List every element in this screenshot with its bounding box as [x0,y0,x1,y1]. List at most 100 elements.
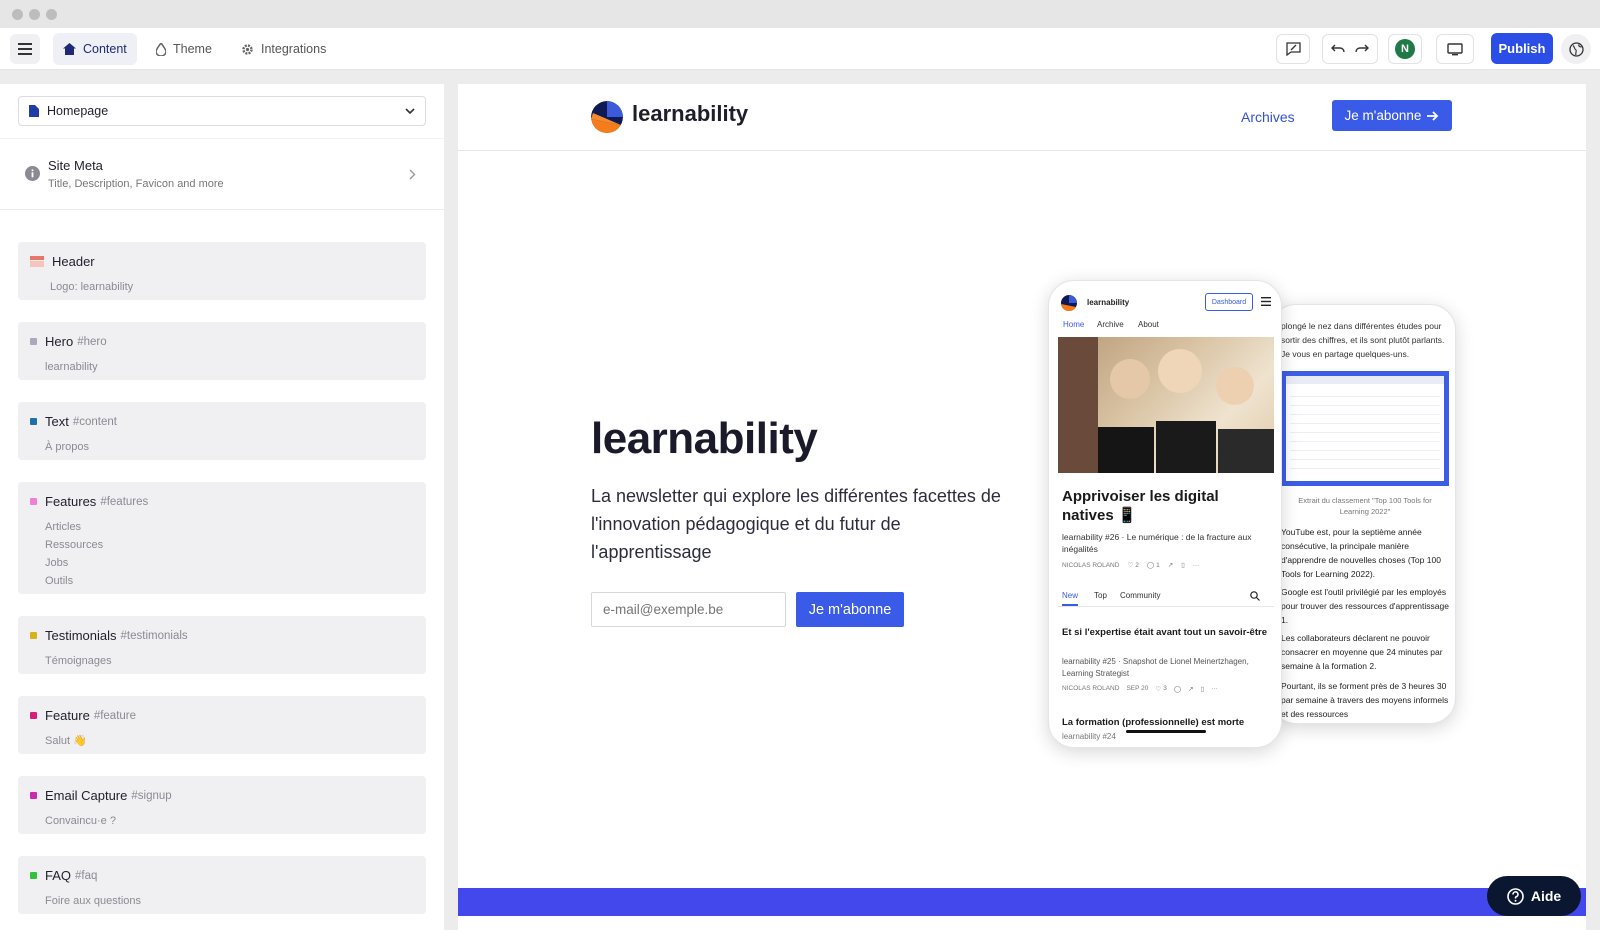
brand-logo-icon [591,101,623,133]
comment-icon[interactable]: ◯ [1147,561,1154,569]
search-icon[interactable] [1250,591,1260,601]
monitor-icon [1447,42,1463,55]
hero-description: La newsletter qui explore les différente… [591,486,1001,562]
bookmark-icon[interactable]: ▯ [1201,685,1205,693]
chevron-right-icon [409,169,416,180]
section-color-swatch [30,712,37,719]
tab-label: Theme [173,42,212,56]
window-minimize-dot[interactable] [29,9,40,20]
phone-dashboard-button[interactable]: Dashboard [1205,293,1253,311]
tab-content[interactable]: Content [53,33,137,65]
feed-tab-community[interactable]: Community [1120,591,1160,600]
more-icon[interactable]: ··· [1211,685,1218,693]
section-item: À propos [45,441,90,453]
feed-item-title[interactable]: Et si l'expertise était avant tout un sa… [1062,627,1274,639]
phone-nav-archive[interactable]: Archive [1097,320,1124,329]
feed-tab-new[interactable]: New [1062,591,1078,600]
editor-toolbar: Content Theme Integrations N Publish [0,28,1600,70]
undo-icon[interactable] [1331,44,1345,54]
bookmark-icon[interactable]: ▯ [1181,561,1185,569]
post-title[interactable]: Apprivoiser les digital natives 📱 [1062,487,1272,525]
share-icon[interactable]: ↗ [1168,561,1173,569]
device-preview-button[interactable] [1436,34,1474,64]
phone-brand: learnability [1087,298,1130,307]
info-icon [25,166,40,181]
post-meta: NICOLAS ROLAND ♡ 2 ◯ 1 ↗ ▯ ··· [1062,561,1200,570]
avatar: N [1395,39,1415,59]
home-icon [63,43,76,55]
window-zoom-dot[interactable] [46,9,57,20]
menu-button[interactable] [10,34,40,64]
section-title: Text [45,414,69,429]
more-icon[interactable]: ··· [1193,562,1200,569]
section-card-text[interactable]: Text #content À propos [18,402,426,460]
feed-item-date: SEP 20 [1126,685,1149,692]
post-subtitle: learnability #26 · Le numérique : de la … [1062,532,1252,554]
help-label: Aide [1530,888,1562,904]
publish-button[interactable]: Publish [1491,33,1553,64]
preview-header: learnability Archives Je m'abonne [458,84,1586,151]
phone-mockup-home: learnability Dashboard Home Archive Abou… [1048,280,1282,748]
section-items: Articles Ressources Jobs Outils [45,518,414,590]
heart-icon[interactable]: ♡ [1155,685,1161,693]
hamburger-icon [18,43,32,55]
site-meta-row[interactable]: Site Meta Title, Description, Favicon an… [0,138,444,210]
divider [1058,606,1274,607]
page-selector[interactable]: Homepage [18,96,426,126]
site-preview: learnability Archives Je m'abonne learna… [458,84,1586,930]
window-close-dot[interactable] [12,9,23,20]
section-item: Foire aux questions [45,895,141,907]
chevron-down-icon [405,107,415,114]
document-icon [29,105,39,117]
section-card-header[interactable]: Header Logo: learnability [18,242,426,300]
user-avatar-button[interactable]: N [1388,34,1422,64]
heart-icon[interactable]: ♡ [1127,561,1133,569]
feedback-button[interactable] [1276,34,1310,64]
history-controls [1322,34,1378,64]
section-card-hero[interactable]: Hero #hero learnability [18,322,426,380]
site-meta-subtitle: Title, Description, Favicon and more [48,178,224,190]
drop-icon [156,42,166,56]
feed-tab-top[interactable]: Top [1094,591,1107,600]
section-card-feature[interactable]: Feature #feature Salut 👋 [18,696,426,754]
window-titlebar [0,0,1600,28]
section-color-swatch [30,418,37,425]
globe-button[interactable] [1561,34,1591,64]
hamburger-icon[interactable] [1261,297,1271,306]
article-caption: Extrait du classement "Top 100 Tools for… [1298,496,1432,516]
nav-subscribe-button[interactable]: Je m'abonne [1332,100,1452,131]
nav-archives-link[interactable]: Archives [1241,109,1295,125]
section-color-swatch [30,872,37,879]
share-icon[interactable]: ↗ [1188,685,1193,693]
help-button[interactable]: Aide [1487,876,1581,916]
section-card-faq[interactable]: FAQ #faq Foire aux questions [18,856,426,914]
hero-email-input[interactable] [591,592,786,627]
feed-item-title[interactable]: La formation (professionnelle) est morte [1062,717,1274,729]
article-paragraph: plongé le nez dans différentes études po… [1281,321,1445,359]
section-title: Email Capture [45,788,128,803]
comment-icon[interactable]: ◯ [1174,685,1181,693]
post-author: NICOLAS ROLAND [1062,561,1120,569]
section-card-email-capture[interactable]: Email Capture #signup Convaincu·e ? [18,776,426,834]
section-anchor: #feature [93,709,137,722]
phone-nav-home[interactable]: Home [1063,320,1084,329]
brand-name[interactable]: learnability [632,101,748,127]
brand-logo-icon [1061,295,1077,311]
phone-nav-about[interactable]: About [1138,320,1159,329]
section-anchor: #testimonials [120,629,188,642]
post-likes: 2 [1135,561,1139,569]
article-bullet: YouTube est, pour la septième année cons… [1281,527,1441,579]
header-section-icon [30,256,44,267]
page-select-value: Homepage [47,104,109,118]
section-card-features[interactable]: Features #features Articles Ressources J… [18,482,426,594]
home-indicator [1126,730,1206,733]
section-color-swatch [30,338,37,345]
tab-integrations[interactable]: Integrations [231,33,336,65]
redo-icon[interactable] [1355,44,1369,54]
tab-label: Integrations [261,42,327,56]
post-comments: 1 [1156,561,1160,569]
tab-theme[interactable]: Theme [146,33,222,65]
section-title: Header [52,254,95,269]
section-card-testimonials[interactable]: Testimonials #testimonials Témoignages [18,616,426,674]
hero-subscribe-button[interactable]: Je m'abonne [796,592,904,627]
